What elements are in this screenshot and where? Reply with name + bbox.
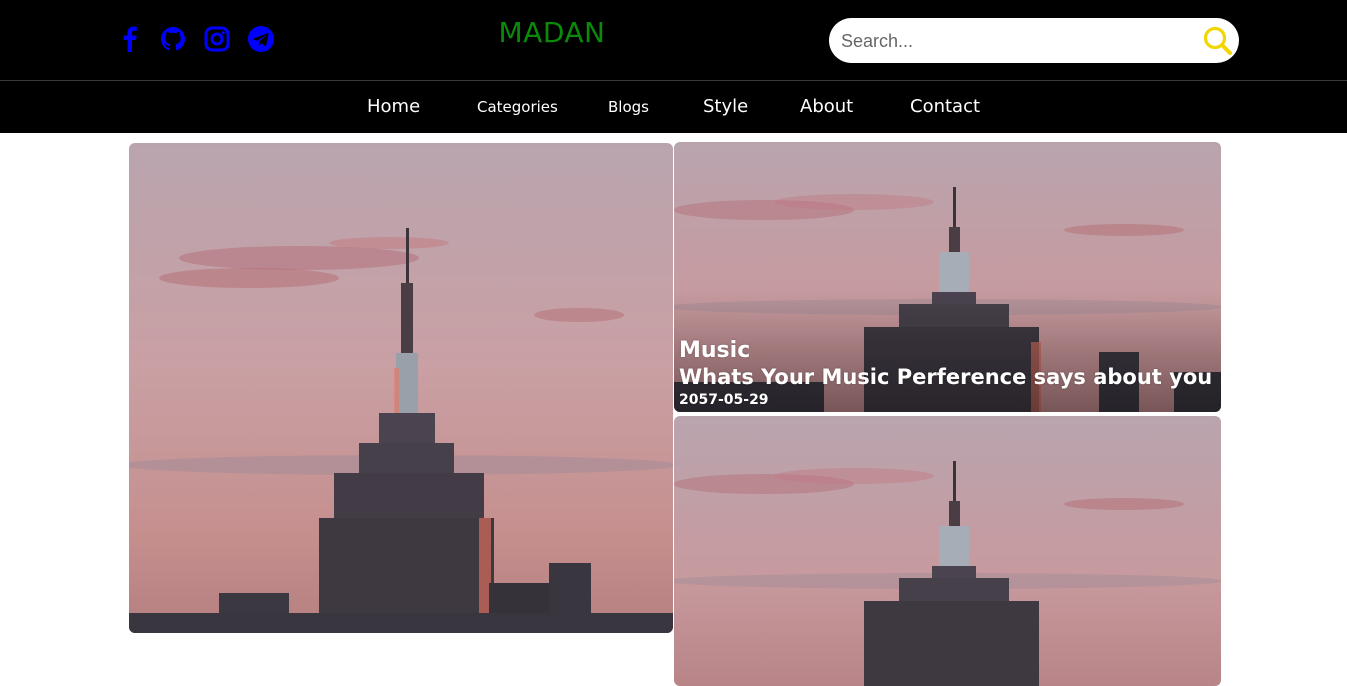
nav-contact[interactable]: Contact (910, 81, 980, 133)
main-nav: Home Categories Blogs Style About Contac… (0, 81, 1347, 133)
featured-post-card[interactable] (129, 143, 673, 633)
search-box (829, 18, 1239, 63)
nav-style[interactable]: Style (703, 81, 748, 133)
nav-about[interactable]: About (800, 81, 853, 133)
post-image (674, 416, 1221, 686)
search-icon[interactable] (1201, 24, 1235, 58)
post-image (129, 143, 673, 633)
post-card[interactable]: Music Whats Your Music Perference says a… (674, 142, 1221, 412)
top-header: MADAN (0, 0, 1347, 81)
post-card[interactable] (674, 416, 1221, 686)
facebook-icon[interactable] (115, 25, 143, 53)
post-caption: Music Whats Your Music Perference says a… (679, 338, 1212, 409)
search-input[interactable] (839, 18, 1193, 63)
post-title[interactable]: Whats Your Music Perference says about y… (679, 364, 1212, 391)
post-category: Music (679, 338, 751, 363)
telegram-icon[interactable] (247, 25, 275, 53)
site-logo[interactable]: MADAN (452, 16, 652, 49)
nav-home[interactable]: Home (367, 81, 420, 133)
social-links (115, 25, 275, 53)
nav-blogs[interactable]: Blogs (608, 81, 649, 133)
nav-categories[interactable]: Categories (477, 81, 558, 133)
github-icon[interactable] (159, 25, 187, 53)
instagram-icon[interactable] (203, 25, 231, 53)
post-date: 2057-05-29 (679, 392, 769, 408)
